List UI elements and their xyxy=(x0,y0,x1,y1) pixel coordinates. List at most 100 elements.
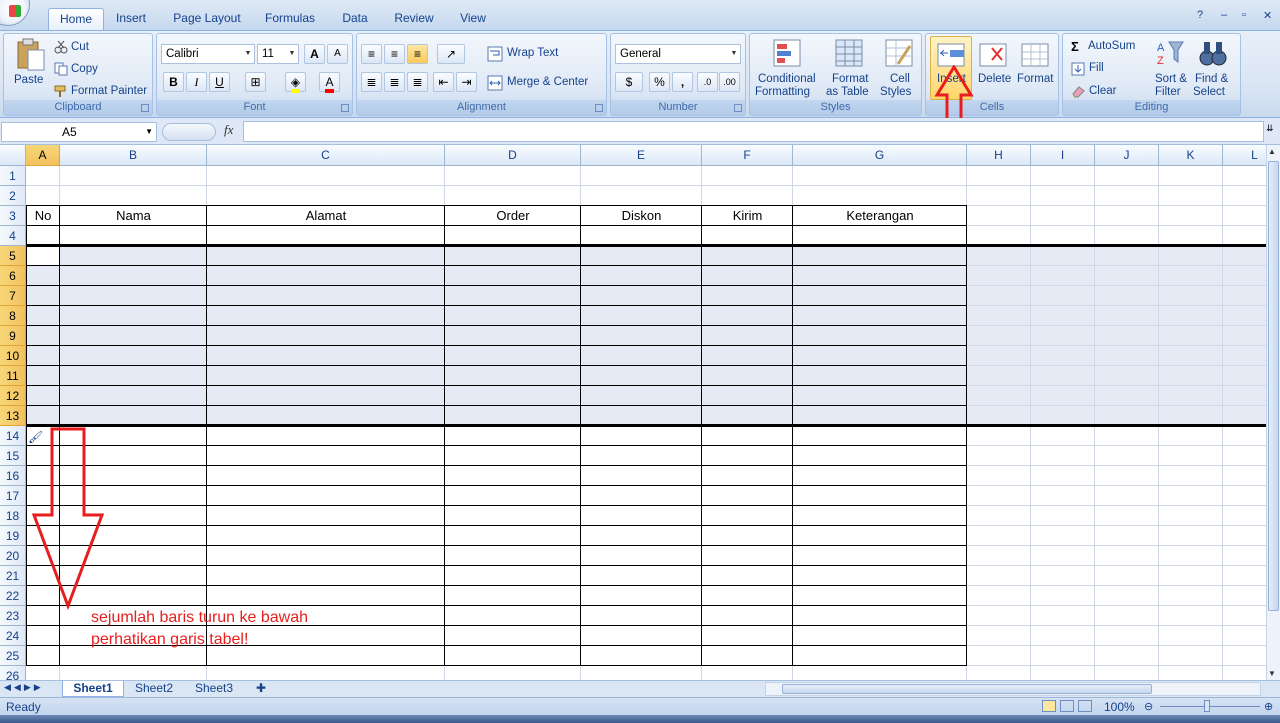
tab-home[interactable]: Home xyxy=(48,8,104,30)
font-color-button[interactable]: A xyxy=(319,72,340,93)
font-launcher-icon[interactable] xyxy=(341,104,349,112)
row-header-26[interactable]: 26 xyxy=(0,666,26,680)
insert-sheet-icon[interactable]: ✚ xyxy=(248,681,274,697)
row-header-17[interactable]: 17 xyxy=(0,486,26,506)
wrap-text-button[interactable]: Wrap Text xyxy=(507,47,558,59)
zoom-level[interactable]: 100% xyxy=(1104,700,1135,714)
row-header-20[interactable]: 20 xyxy=(0,546,26,566)
tab-formulas[interactable]: Formulas xyxy=(258,8,322,30)
table-header-cell[interactable]: Kirim xyxy=(702,208,793,223)
row-header-8[interactable]: 8 xyxy=(0,306,26,326)
insert-function-button[interactable]: fx xyxy=(224,122,233,138)
format-as-table-label[interactable]: Format xyxy=(832,73,868,85)
scroll-down-icon[interactable]: ▼ xyxy=(1268,669,1276,678)
autosum-button[interactable]: AutoSum xyxy=(1088,40,1135,52)
tab-view[interactable]: View xyxy=(452,8,494,30)
delete-button[interactable]: Delete xyxy=(978,73,1011,85)
align-left-icon[interactable]: ≣ xyxy=(361,72,382,92)
cell-styles-label[interactable]: Cell xyxy=(890,73,910,85)
shrink-font-button[interactable]: A xyxy=(327,44,348,64)
align-right-icon[interactable]: ≣ xyxy=(407,72,428,92)
close-icon[interactable]: ✕ xyxy=(1263,9,1272,22)
comma-button[interactable]: , xyxy=(672,72,693,92)
row-header-19[interactable]: 19 xyxy=(0,526,26,546)
tab-review[interactable]: Review xyxy=(388,8,440,30)
horizontal-scrollbar[interactable] xyxy=(765,682,1261,696)
office-button[interactable] xyxy=(0,0,30,26)
row-header-22[interactable]: 22 xyxy=(0,586,26,606)
column-header-c[interactable]: C xyxy=(207,145,445,166)
clipboard-launcher-icon[interactable] xyxy=(141,104,149,112)
percent-button[interactable]: % xyxy=(649,72,670,92)
horizontal-scroll-thumb[interactable] xyxy=(782,684,1152,694)
increase-decimal-icon[interactable]: .0 xyxy=(697,72,718,92)
row-header-5[interactable]: 5 xyxy=(0,246,26,266)
column-header-g[interactable]: G xyxy=(793,145,967,166)
find-select-label[interactable]: Find & xyxy=(1195,73,1228,85)
expand-formula-icon[interactable]: ⇊ xyxy=(1266,123,1274,134)
tab-data[interactable]: Data xyxy=(334,8,376,30)
select-all-corner[interactable] xyxy=(0,145,26,166)
column-header-f[interactable]: F xyxy=(702,145,793,166)
sort-filter-button[interactable]: Filter xyxy=(1155,86,1181,98)
conditional-formatting-label[interactable]: Conditional xyxy=(758,73,816,85)
align-center-icon[interactable]: ≣ xyxy=(384,72,405,92)
help-icon[interactable]: ? xyxy=(1197,9,1203,21)
clear-button[interactable]: Clear xyxy=(1089,85,1116,97)
decrease-indent-icon[interactable]: ⇤ xyxy=(433,72,454,92)
column-header-l[interactable]: L xyxy=(1223,145,1266,166)
active-cell[interactable] xyxy=(27,246,60,265)
paste-options-icon[interactable]: 🖌 xyxy=(28,430,43,444)
row-header-15[interactable]: 15 xyxy=(0,446,26,466)
number-format-select[interactable]: General ▼ xyxy=(615,44,741,64)
borders-button[interactable]: ⊞ xyxy=(245,72,266,92)
font-size-select[interactable]: 11 ▼ xyxy=(257,44,299,64)
row-header-24[interactable]: 24 xyxy=(0,626,26,646)
row-header-4[interactable]: 4 xyxy=(0,226,26,246)
grow-font-button[interactable]: A xyxy=(304,44,325,64)
row-header-10[interactable]: 10 xyxy=(0,346,26,366)
table-header-cell[interactable]: No xyxy=(26,208,60,223)
table-header-cell[interactable]: Order xyxy=(445,208,581,223)
table-header-cell[interactable]: Diskon xyxy=(581,208,702,223)
vertical-scroll-thumb[interactable] xyxy=(1268,161,1279,611)
row-header-11[interactable]: 11 xyxy=(0,366,26,386)
row-header-14[interactable]: 14 xyxy=(0,426,26,446)
increase-indent-icon[interactable]: ⇥ xyxy=(456,72,477,92)
minimize-icon[interactable]: – xyxy=(1221,9,1227,21)
vertical-scrollbar[interactable]: ▲ ▼ xyxy=(1266,145,1280,680)
column-header-k[interactable]: K xyxy=(1159,145,1223,166)
zoom-in-icon[interactable]: ⊕ xyxy=(1264,700,1273,713)
sheet-tab-1[interactable]: Sheet1 xyxy=(62,681,124,697)
orientation-icon[interactable]: ↗ xyxy=(437,44,465,64)
row-header-21[interactable]: 21 xyxy=(0,566,26,586)
row-header-6[interactable]: 6 xyxy=(0,266,26,286)
align-middle-icon[interactable]: ≡ xyxy=(384,44,405,64)
row-header-23[interactable]: 23 xyxy=(0,606,26,626)
column-header-d[interactable]: D xyxy=(445,145,581,166)
page-break-view-icon[interactable] xyxy=(1078,700,1092,712)
scroll-up-icon[interactable]: ▲ xyxy=(1268,147,1276,156)
sheet-tab-2[interactable]: Sheet2 xyxy=(126,681,182,697)
bold-button[interactable]: B xyxy=(163,72,184,92)
row-header-9[interactable]: 9 xyxy=(0,326,26,346)
table-header-cell[interactable]: Nama xyxy=(60,208,207,223)
row-header-18[interactable]: 18 xyxy=(0,506,26,526)
sort-filter-label[interactable]: Sort & xyxy=(1155,73,1187,85)
currency-icon[interactable]: $ xyxy=(615,72,643,92)
find-select-button[interactable]: Select xyxy=(1193,86,1225,98)
sheet-tab-3[interactable]: Sheet3 xyxy=(186,681,242,697)
cell-styles-button[interactable]: Styles xyxy=(880,86,911,98)
fill-color-button[interactable]: ◈ xyxy=(285,72,306,93)
table-header-cell[interactable]: Alamat xyxy=(207,208,445,223)
fill-button[interactable]: Fill xyxy=(1089,62,1104,74)
format-as-table-button[interactable]: as Table xyxy=(826,86,869,98)
zoom-slider-thumb[interactable] xyxy=(1204,700,1210,712)
sheet-nav-arrows-icon[interactable]: ◀◀▶▶ xyxy=(4,682,44,693)
row-header-25[interactable]: 25 xyxy=(0,646,26,666)
table-header-cell[interactable]: Keterangan xyxy=(793,208,967,223)
row-header-13[interactable]: 13 xyxy=(0,406,26,426)
name-box[interactable]: A5 ▼ xyxy=(1,122,157,142)
font-name-select[interactable]: Calibri ▼ xyxy=(161,44,255,64)
column-header-j[interactable]: J xyxy=(1095,145,1159,166)
